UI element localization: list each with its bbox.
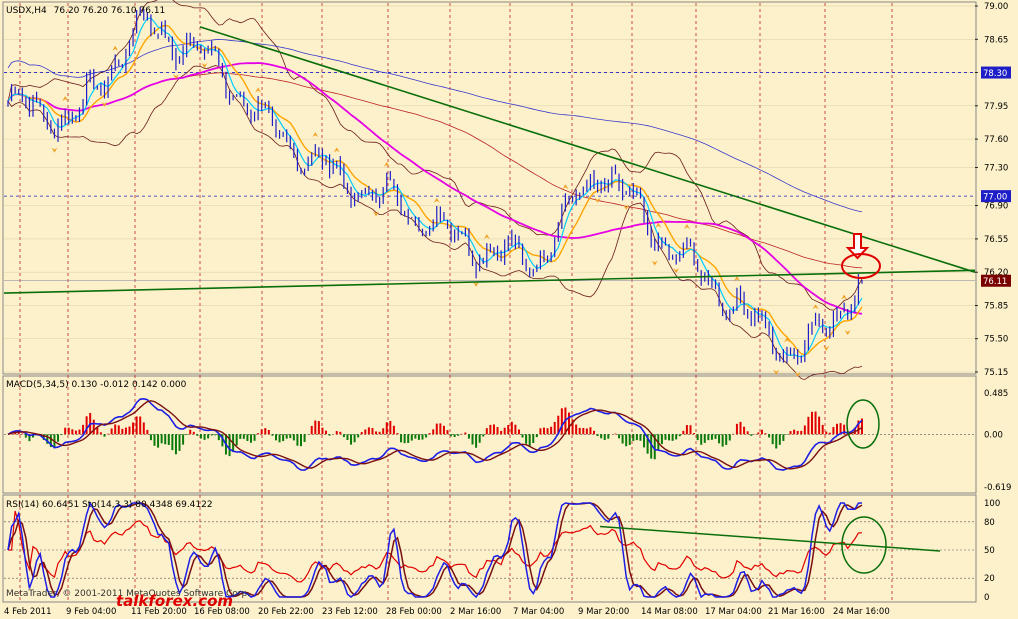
oscillator-tick-label: 0 xyxy=(984,593,989,603)
price-tick-label: 77.95 xyxy=(984,102,1008,112)
oscillator-tick-label: 100 xyxy=(984,499,1000,509)
price-badge-label: 77.00 xyxy=(983,193,1007,203)
price-badge-label: 76.11 xyxy=(983,277,1007,287)
time-tick-label: 24 Mar 16:00 xyxy=(833,607,890,617)
chart-svg: 79.00 78.65 78.30 77.95 77.60 77.30 76.90 76.55… xyxy=(2,0,1011,617)
macd-tick-label: -0.619 xyxy=(984,483,1011,493)
price-badges: 78.30 77.00 76.11 xyxy=(981,66,1011,287)
price-tick-label: 77.60 xyxy=(984,135,1008,145)
price-tick-label: 75.50 xyxy=(984,335,1008,345)
fractal-down-icon xyxy=(823,345,830,351)
oscillator-axis: 100 80 50 20 0 xyxy=(984,499,1000,603)
price-tick-label: 76.55 xyxy=(984,235,1008,245)
fractal-up-icon xyxy=(383,162,390,168)
time-tick-label: 9 Feb 04:00 xyxy=(66,607,116,617)
macd-axis: 0.485 0.00 -0.619 xyxy=(984,389,1011,493)
price-tick-label: 75.85 xyxy=(984,301,1008,311)
time-tick-label: 4 Feb 2011 xyxy=(4,607,52,617)
fractal-up-icon xyxy=(483,234,490,240)
price-badge-label: 78.30 xyxy=(983,69,1007,79)
time-tick-label: 23 Feb 12:00 xyxy=(322,607,378,617)
price-tick-label: 77.30 xyxy=(984,164,1008,174)
bollinger-upper xyxy=(7,0,863,311)
fractal-up-icon xyxy=(683,224,690,230)
ma-5-line xyxy=(7,17,863,358)
oscillator-tick-label: 20 xyxy=(984,574,995,584)
fractal-up-icon xyxy=(655,222,662,228)
macd-tick-label: 0.00 xyxy=(984,430,1003,440)
rsi-trendline xyxy=(599,525,941,552)
time-tick-label: 7 Mar 04:00 xyxy=(513,607,564,617)
price-tick-label: 75.15 xyxy=(984,368,1008,378)
chart-window: 79.00 78.65 78.30 77.95 77.60 77.30 76.90 76.55… xyxy=(0,0,1018,619)
fractal-up-icon xyxy=(62,96,69,102)
ma-160-line xyxy=(7,39,863,213)
macd-signal-line xyxy=(7,400,863,470)
time-tick-label: 21 Mar 16:00 xyxy=(768,607,825,617)
site-watermark: talkforex.com xyxy=(116,592,233,610)
time-tick-label: 28 Feb 00:00 xyxy=(386,607,442,617)
fractal-up-icon xyxy=(841,294,848,300)
price-tick-label: 76.90 xyxy=(984,202,1008,212)
price-axis: 79.00 78.65 78.30 77.95 77.60 77.30 76.90 76.55… xyxy=(975,2,1008,378)
fractal-up-icon xyxy=(433,197,440,203)
fractal-down-icon xyxy=(844,330,851,336)
fractal-down-icon xyxy=(51,147,58,153)
macd-label: MACD(5,34,5) 0.130 -0.012 0.142 0.000 xyxy=(6,380,187,390)
time-tick-label: 9 Mar 20:00 xyxy=(578,607,629,617)
time-tick-label: 2 Mar 16:00 xyxy=(450,607,501,617)
oscillator-label: RSI(14) 60.6451 Sto(14,3,3) 80.4348 69.4… xyxy=(6,500,213,510)
fractal-up-icon xyxy=(312,132,319,138)
price-tick-label: 79.00 xyxy=(984,2,1008,12)
price-tick-label: 78.65 xyxy=(984,35,1008,45)
price-layer xyxy=(3,0,976,380)
fractal-up-icon xyxy=(255,87,262,93)
price-panel xyxy=(2,1,977,375)
support-trendline xyxy=(3,269,976,294)
fractal-up-icon xyxy=(562,184,569,190)
time-tick-label: 17 Mar 04:00 xyxy=(705,607,762,617)
fractal-up-icon xyxy=(333,147,340,153)
fractal-up-icon xyxy=(812,304,819,310)
grid xyxy=(4,3,975,601)
macd-tick-label: 0.485 xyxy=(984,389,1008,399)
annotations xyxy=(841,233,887,574)
time-tick-label: 20 Feb 22:00 xyxy=(258,607,314,617)
time-tick-label: 14 Mar 08:00 xyxy=(641,607,698,617)
oscillator-tick-label: 80 xyxy=(984,518,995,528)
symbol-label: USDX,H4 76.20 76.20 76.10 76.11 xyxy=(6,6,165,16)
oscillator-tick-label: 50 xyxy=(984,546,995,556)
fractal-down-icon xyxy=(594,197,601,203)
fractal-up-icon xyxy=(112,45,119,51)
fractal-down-icon xyxy=(651,260,658,266)
